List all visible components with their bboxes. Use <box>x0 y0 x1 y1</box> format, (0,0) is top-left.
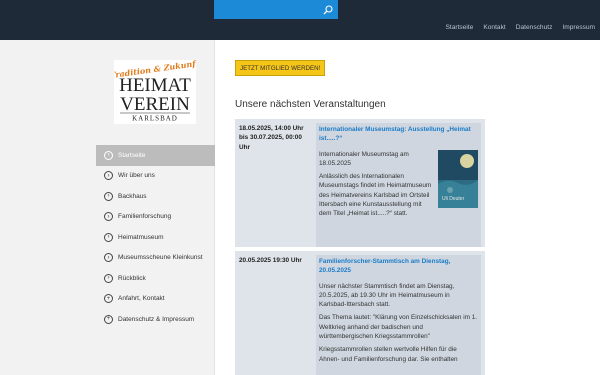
event-title-link[interactable]: Familienforscher-Stammtisch am Dienstag,… <box>319 257 478 276</box>
circle-arrow-right-icon: › <box>104 253 113 263</box>
logo-graphic: Tradition & Zukunft HEIMAT VEREIN KARLSB… <box>114 60 196 123</box>
sidebar-item-label: Backhaus <box>118 192 147 200</box>
event-title-link[interactable]: Internationaler Museumstag: Ausstellung … <box>319 125 478 144</box>
sidebar-item-label: Rückblick <box>118 274 146 282</box>
topnav-impressum[interactable]: Impressum <box>557 24 600 31</box>
event-text: Unser nächster Stammtisch findet am Dien… <box>319 282 455 309</box>
search-icon <box>323 4 333 14</box>
search-input[interactable] <box>214 0 318 19</box>
sidebar-item-label: Familienforschung <box>118 213 172 221</box>
event-date: 20.05.2025 19:30 Uhr <box>239 257 302 264</box>
top-bar: Startseite Kontakt Datenschutz Impressum <box>0 0 600 40</box>
event-card: 18.05.2025, 14:00 Uhr bis 30.07.2025, 00… <box>235 119 485 247</box>
circle-plus-icon: + <box>104 294 113 304</box>
top-navigation: Startseite Kontakt Datenschutz Impressum <box>441 24 600 31</box>
search-box <box>214 0 338 19</box>
circle-arrow-right-icon: › <box>104 150 113 160</box>
event-body: Familienforscher-Stammtisch am Dienstag,… <box>316 255 481 375</box>
event-image-caption: Uli Deuter <box>442 196 465 202</box>
logo-line3: KARLSBAD <box>132 115 178 123</box>
sidebar-item-museumsscheune[interactable]: › Museumsscheune Kleinkunst <box>96 248 215 269</box>
sidebar-item-label: Wir über uns <box>118 172 155 180</box>
circle-arrow-right-icon: › <box>104 232 113 242</box>
logo-line1: HEIMAT <box>119 75 191 96</box>
sidebar-item-wir-ueber-uns[interactable]: › Wir über uns <box>96 166 215 187</box>
event-image-graphic: Uli Deuter <box>438 149 478 208</box>
events-heading: Unsere nächsten Veranstaltungen <box>235 99 386 110</box>
event-body: Internationaler Museumstag: Ausstellung … <box>316 123 481 247</box>
sidebar-item-familienforschung[interactable]: › Familienforschung <box>96 207 215 228</box>
sidebar-item-heimatmuseum[interactable]: › Heimatmuseum <box>96 227 215 248</box>
circle-arrow-right-icon: › <box>104 212 113 222</box>
sidebar: Tradition & Zukunft HEIMAT VEREIN KARLSB… <box>0 40 215 375</box>
member-button[interactable]: JETZT MITGLIED WERDEN! <box>235 60 326 76</box>
circle-arrow-right-icon: › <box>104 171 113 181</box>
event-date: 18.05.2025, 14:00 Uhr bis 30.07.2025, 00… <box>239 125 304 151</box>
sidebar-item-label: Heimatmuseum <box>118 233 164 241</box>
circle-arrow-right-icon: › <box>104 273 113 283</box>
search-button[interactable] <box>318 0 338 19</box>
sidebar-item-anfahrt-kontakt[interactable]: + Anfahrt, Kontakt <box>96 289 215 310</box>
topnav-startseite[interactable]: Startseite <box>441 24 479 31</box>
event-image[interactable]: Uli Deuter <box>438 149 478 208</box>
sidebar-item-rueckblick[interactable]: › Rückblick <box>96 268 215 289</box>
sidebar-navigation: › Startseite › Wir über uns › Backhaus ›… <box>96 145 215 330</box>
event-text: Kriegsstammrollen stellen wertvolle Hilf… <box>319 346 458 363</box>
sidebar-item-datenschutz-impressum[interactable]: + Datenschutz & Impressum <box>96 309 215 330</box>
circle-plus-icon: + <box>104 314 113 324</box>
sidebar-item-label: Datenschutz & Impressum <box>118 315 195 323</box>
event-text: Das Thema lautet: "Klärung von Einzelsch… <box>319 314 478 340</box>
heimatverein-logo[interactable]: Tradition & Zukunft HEIMAT VEREIN KARLSB… <box>114 60 196 124</box>
logo-line2: VEREIN <box>120 94 190 115</box>
sidebar-item-label: Anfahrt, Kontakt <box>118 295 165 303</box>
topnav-kontakt[interactable]: Kontakt <box>478 24 510 31</box>
sidebar-item-startseite[interactable]: › Startseite <box>96 145 215 166</box>
event-card: 20.05.2025 19:30 Uhr Familienforscher-St… <box>235 251 485 375</box>
circle-arrow-right-icon: › <box>104 191 113 201</box>
topnav-datenschutz[interactable]: Datenschutz <box>511 24 558 31</box>
sidebar-item-label: Museumsscheune Kleinkunst <box>118 254 203 262</box>
sidebar-item-label: Startseite <box>118 151 146 159</box>
sidebar-item-backhaus[interactable]: › Backhaus <box>96 186 215 207</box>
